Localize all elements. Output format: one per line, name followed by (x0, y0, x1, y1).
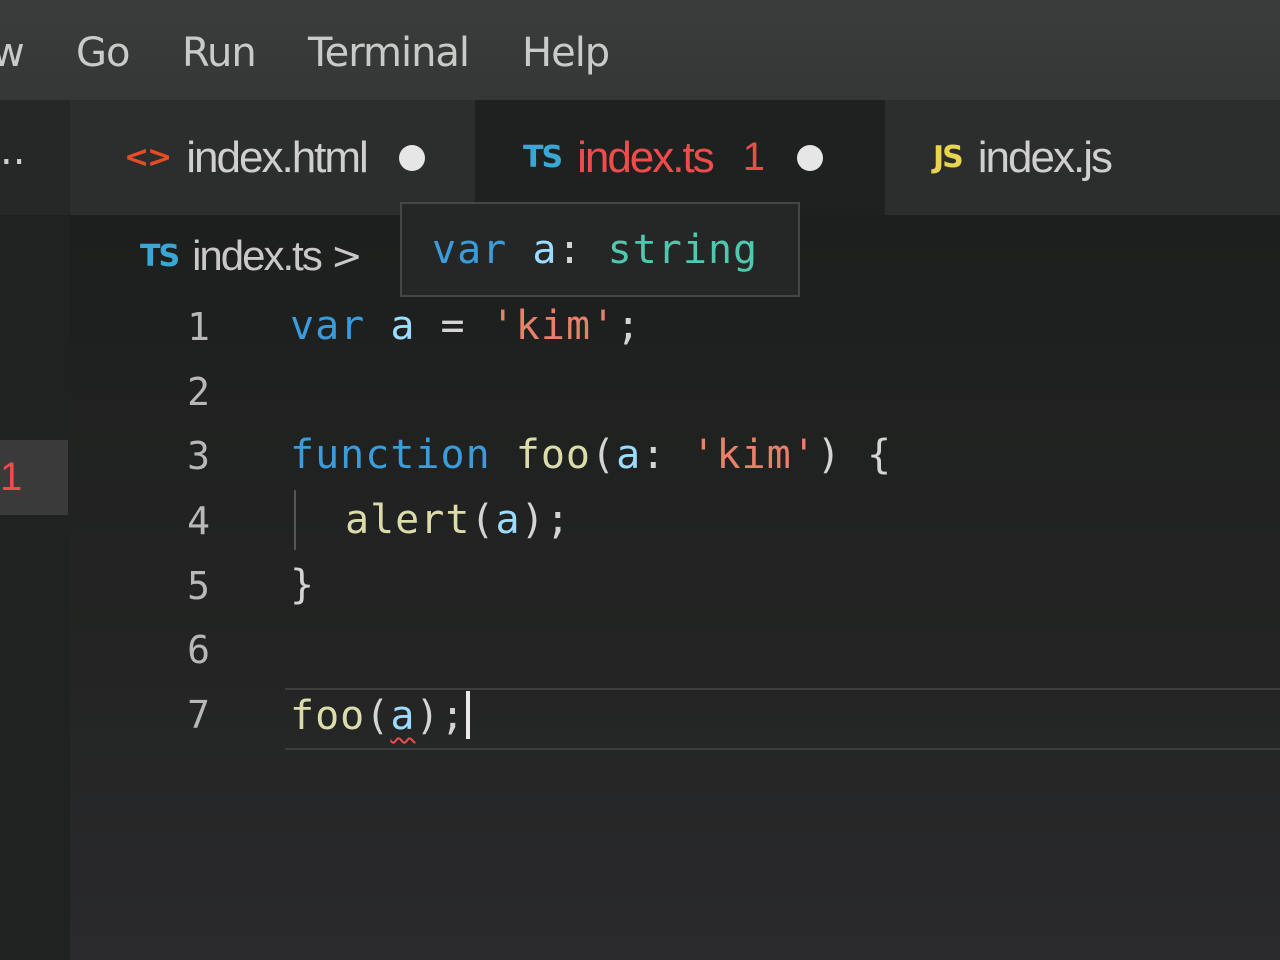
line-number: 5 (187, 564, 210, 608)
breadcrumb-file[interactable]: index.ts (192, 232, 323, 280)
keyword-var: var (290, 303, 366, 349)
menu-run[interactable]: Run (182, 30, 257, 76)
brace-open: { (866, 432, 893, 478)
paren-close: ) (816, 432, 842, 478)
hover-colon: : (557, 226, 583, 273)
operator-equals: = (440, 303, 466, 349)
line-number: 2 (187, 370, 210, 414)
hover-keyword: var (432, 226, 508, 273)
function-name: foo (515, 432, 591, 478)
chevron-right-icon: > (330, 234, 363, 278)
paren-open: ( (591, 432, 617, 478)
type-colon: : (641, 432, 667, 478)
code-line-1[interactable]: var a = 'kim'; (290, 303, 641, 349)
unsaved-dot-icon[interactable] (398, 144, 425, 171)
tab-overflow[interactable]: .. (0, 100, 70, 215)
line-number: 3 (187, 434, 210, 478)
line-number: 1 (187, 305, 210, 349)
function-call-foo: foo (290, 693, 366, 739)
menu-view[interactable]: w (0, 30, 25, 76)
hover-identifier: a (532, 226, 558, 273)
menu-go[interactable]: Go (76, 30, 130, 76)
line-number: 4 (187, 499, 210, 543)
semicolon: ; (616, 303, 642, 349)
identifier-a[interactable]: a (390, 303, 415, 349)
text-cursor (465, 691, 470, 739)
literal-type: 'kim' (691, 432, 817, 478)
explorer-problem-badge: 1 (0, 455, 23, 499)
function-call-alert: alert (345, 497, 471, 543)
hover-type: string (607, 226, 759, 273)
line-number: 6 (187, 628, 210, 672)
keyword-function: function (290, 432, 491, 478)
code-line-3[interactable]: function foo(a: 'kim') { (290, 432, 892, 478)
string-literal: 'kim' (490, 303, 617, 349)
unsaved-dot-icon[interactable] (796, 144, 823, 171)
paren-close: ); (520, 497, 571, 543)
tab-label-index-html: index.html (186, 132, 369, 182)
menu-help[interactable]: Help (522, 30, 610, 76)
hover-tooltip: var a: string (400, 202, 800, 297)
line-number: 7 (187, 693, 210, 737)
explorer-sidebar (0, 215, 70, 960)
typescript-file-icon: TS (523, 140, 563, 175)
html-file-icon: <> (124, 140, 172, 175)
javascript-file-icon: JS (933, 140, 964, 175)
breadcrumb[interactable]: TS index.ts > (140, 232, 363, 280)
code-line-7[interactable]: foo(a); (290, 691, 470, 739)
tab-overflow-dots: .. (0, 128, 26, 174)
tab-index-js[interactable]: JS index.js (885, 100, 1280, 215)
brace-close: } (290, 562, 316, 608)
problem-count-badge: 1 (742, 135, 765, 179)
paren-open: ( (470, 497, 496, 543)
tab-label-index-ts: index.ts (577, 132, 715, 182)
editor-area[interactable] (70, 215, 1280, 960)
arg-a: a (495, 497, 521, 543)
code-line-5[interactable]: } (290, 562, 315, 608)
typescript-file-icon: TS (140, 238, 180, 274)
paren-close: ); (415, 693, 466, 739)
error-squiggle-arg[interactable]: a (390, 693, 415, 739)
menu-terminal[interactable]: Terminal (308, 30, 470, 76)
paren-open: ( (365, 693, 391, 739)
tab-index-html[interactable]: <> index.html (110, 100, 489, 215)
code-line-4[interactable]: alert(a); (345, 497, 571, 543)
param-a: a (616, 432, 642, 478)
tab-label-index-js: index.js (977, 132, 1113, 182)
tab-index-ts[interactable]: TS index.ts 1 (475, 100, 885, 215)
indent-guide (294, 490, 296, 550)
